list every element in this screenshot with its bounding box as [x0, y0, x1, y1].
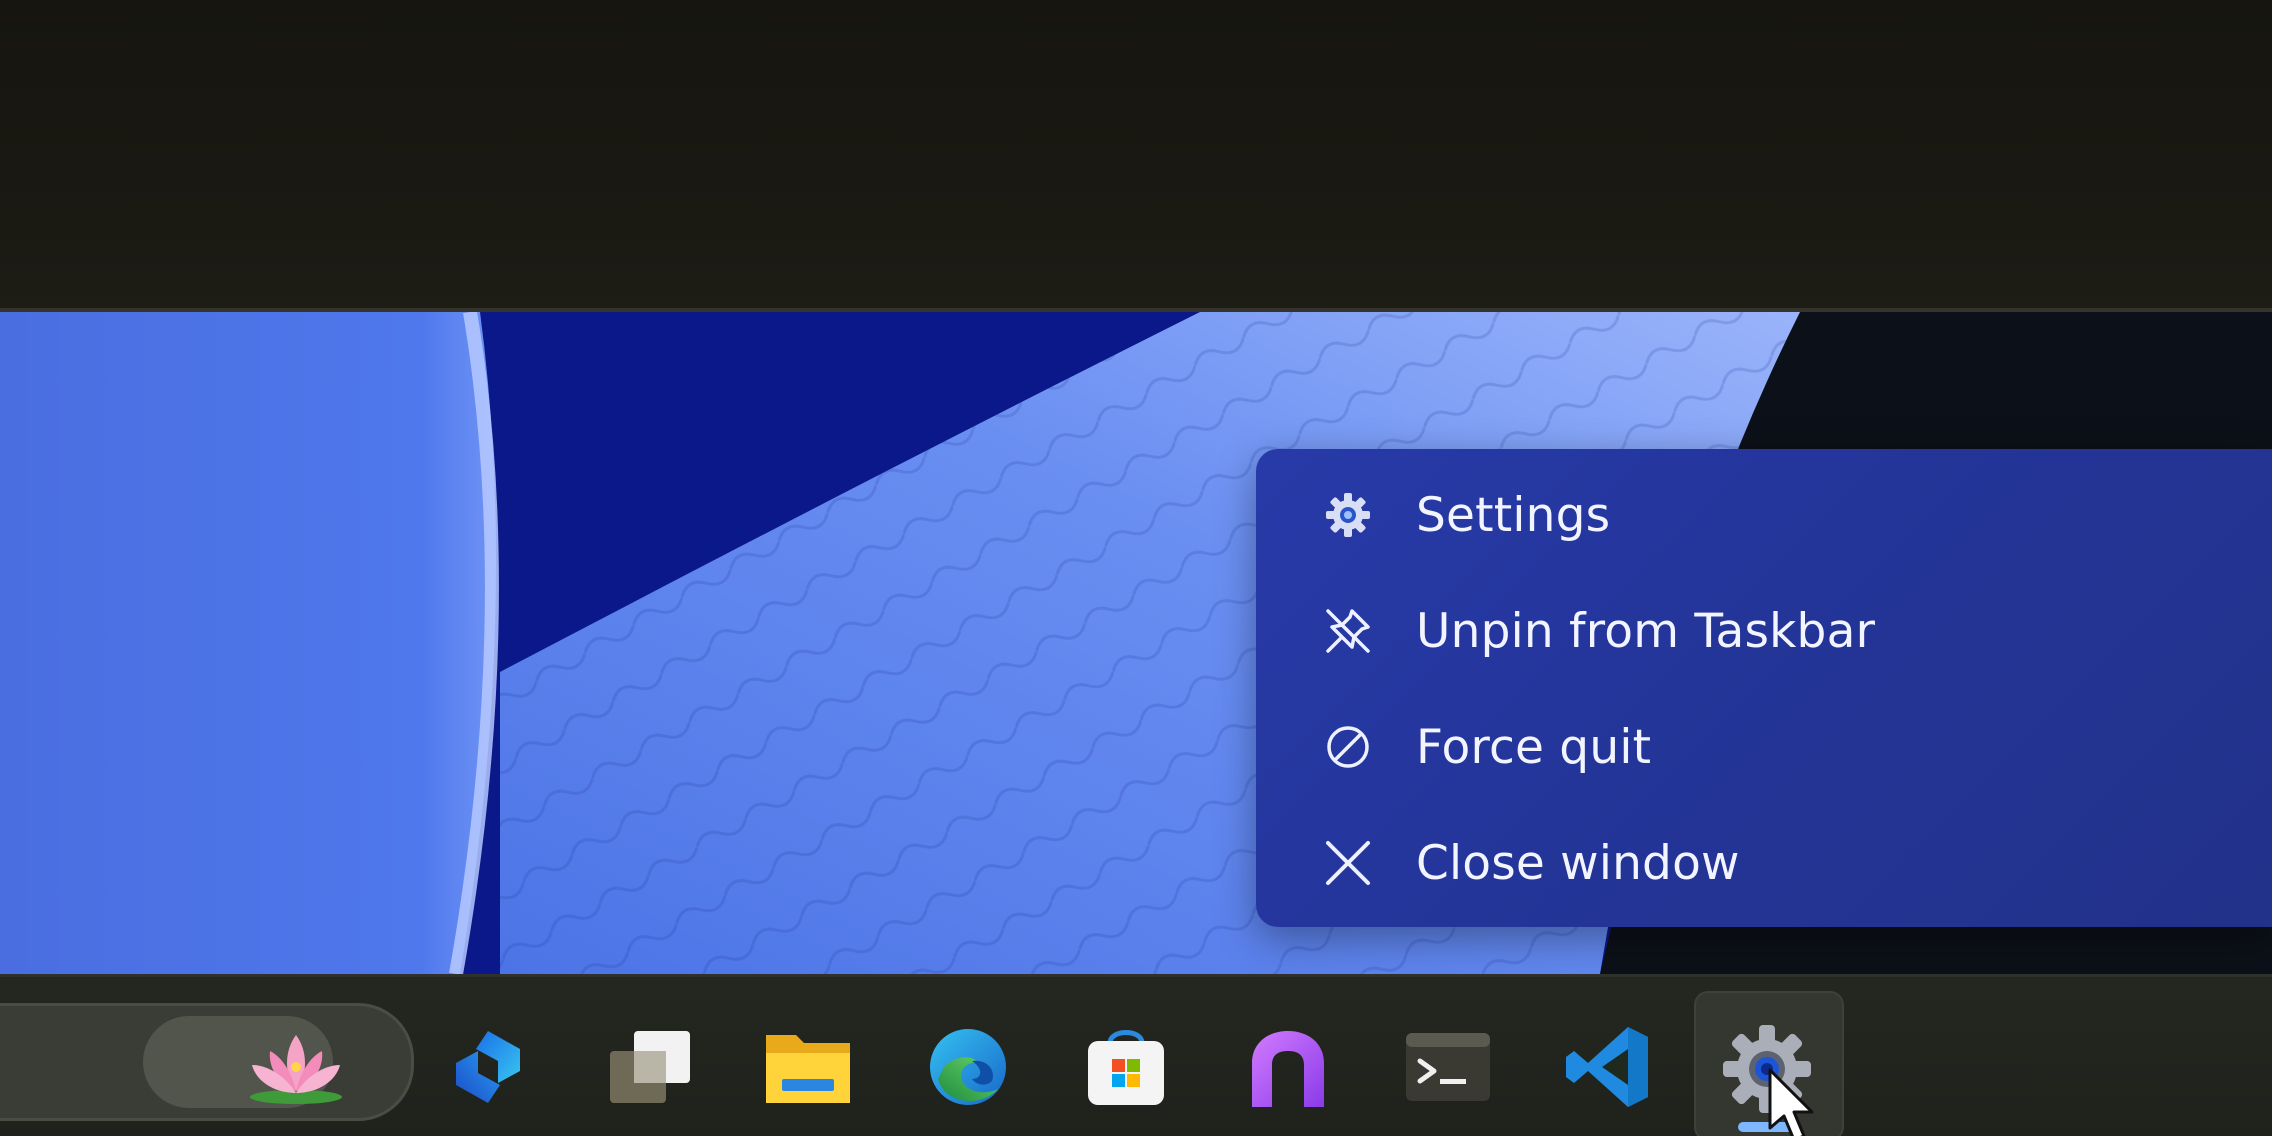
monitor-bezel [0, 0, 2272, 310]
copilot-icon[interactable] [428, 1007, 548, 1127]
gear-icon [1316, 483, 1380, 547]
menu-item-force-quit[interactable]: Force quit [1256, 689, 2272, 805]
vscode-icon[interactable] [1548, 1007, 1668, 1127]
edge-icon[interactable] [908, 1007, 1028, 1127]
folder-icon[interactable] [748, 1007, 868, 1127]
mouse-cursor-icon [1768, 1068, 1814, 1136]
screen: Settings Unpin from Taskbar Force quit C… [0, 0, 2272, 1136]
menu-item-label: Unpin from Taskbar [1416, 603, 1876, 659]
menu-item-label: Settings [1416, 487, 1611, 543]
menu-item-close-window[interactable]: Close window [1256, 805, 2272, 921]
taskbar-context-menu: Settings Unpin from Taskbar Force quit C… [1256, 449, 2272, 927]
close-icon [1316, 831, 1380, 895]
prohibited-icon [1316, 715, 1380, 779]
store-icon[interactable] [1066, 1007, 1186, 1127]
menu-item-unpin[interactable]: Unpin from Taskbar [1256, 573, 2272, 689]
menu-item-label: Close window [1416, 835, 1740, 891]
taskbar [0, 974, 2272, 1136]
lotus-icon[interactable] [236, 1007, 356, 1127]
terminal-icon[interactable] [1388, 1007, 1508, 1127]
menu-item-settings[interactable]: Settings [1256, 457, 2272, 573]
arc-icon[interactable] [1228, 1007, 1348, 1127]
task-view-icon[interactable] [590, 1007, 710, 1127]
unpin-icon [1316, 599, 1380, 663]
menu-item-label: Force quit [1416, 719, 1652, 775]
